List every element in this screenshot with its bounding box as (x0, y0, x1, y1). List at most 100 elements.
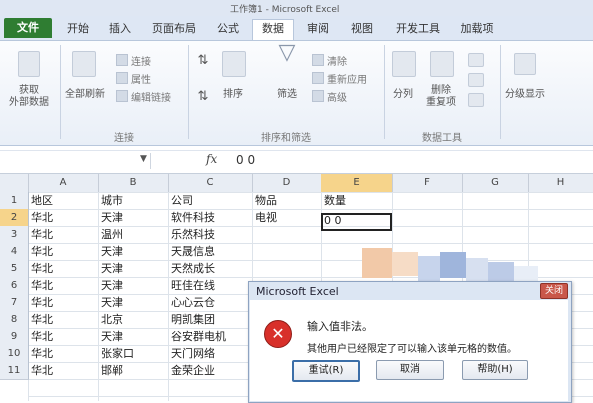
row-header[interactable]: 10 (0, 345, 29, 363)
cell-c6[interactable]: 旺佳在线 (168, 277, 252, 294)
cell-b11[interactable]: 邯郸 (98, 362, 168, 379)
name-box[interactable] (0, 153, 151, 169)
filter-button[interactable]: 筛选 (268, 89, 306, 101)
tab-insert[interactable]: 插入 (102, 20, 138, 38)
close-icon[interactable]: 关闭 (540, 283, 568, 299)
cell-a1[interactable]: 地区 (28, 192, 98, 209)
cell-a7[interactable]: 华北 (28, 294, 98, 311)
chevron-down-icon[interactable]: ▼ (140, 154, 147, 164)
sort-button[interactable]: 排序 (216, 89, 250, 101)
advanced-button[interactable]: 高级 (312, 89, 347, 104)
cell-b10[interactable]: 张家口 (98, 345, 168, 362)
pixelated-region (514, 266, 538, 282)
edit-links-button[interactable]: 编辑链接 (116, 89, 171, 104)
remove-duplicates-button[interactable]: 删除 重复项 (420, 85, 462, 109)
cell-c1[interactable]: 公司 (168, 192, 252, 209)
cell-b5[interactable]: 天津 (98, 260, 168, 277)
row-header[interactable]: 6 (0, 277, 29, 295)
data-validation-icon[interactable] (468, 53, 484, 67)
cancel-button[interactable]: 取消 (376, 360, 444, 380)
tab-file[interactable]: 文件 (4, 18, 52, 38)
cell-c10[interactable]: 天门网络 (168, 345, 252, 362)
reapply-button[interactable]: 重新应用 (312, 71, 367, 86)
outline-button[interactable]: 分级显示 (503, 89, 547, 101)
text-to-columns-button[interactable]: 分列 (386, 89, 420, 101)
tab-data[interactable]: 数据 (252, 19, 294, 40)
row-header[interactable]: 11 (0, 362, 29, 380)
row-header[interactable]: 5 (0, 260, 29, 278)
tab-home[interactable]: 开始 (60, 20, 96, 38)
reapply-icon (312, 72, 324, 84)
cell-c2[interactable]: 软件科技 (168, 209, 252, 226)
row-header[interactable]: 2 (0, 209, 29, 227)
consolidate-icon[interactable] (468, 73, 484, 87)
tab-addins[interactable]: 加载项 (452, 20, 502, 38)
cell-b1[interactable]: 城市 (98, 192, 168, 209)
get-external-data-button[interactable]: 获取 外部数据 (0, 85, 58, 109)
cell-a9[interactable]: 华北 (28, 328, 98, 345)
cell-b7[interactable]: 天津 (98, 294, 168, 311)
cell-d2[interactable]: 电视 (252, 209, 321, 226)
properties-button[interactable]: 属性 (116, 71, 151, 86)
tab-formulas[interactable]: 公式 (210, 20, 246, 38)
cell-c7[interactable]: 心心云仓 (168, 294, 252, 311)
sort-az-icon[interactable]: ⇅ (192, 54, 214, 67)
column-header-f[interactable]: F (392, 174, 463, 192)
insert-function-icon[interactable]: fx (206, 152, 217, 166)
cell-a11[interactable]: 华北 (28, 362, 98, 379)
cell-a3[interactable]: 华北 (28, 226, 98, 243)
tab-view[interactable]: 视图 (344, 20, 380, 38)
column-header-g[interactable]: G (462, 174, 529, 192)
remove-duplicates-icon (430, 51, 454, 77)
cell-d1[interactable]: 物品 (252, 192, 321, 209)
cell-a4[interactable]: 华北 (28, 243, 98, 260)
row-header[interactable]: 1 (0, 192, 29, 210)
row-header[interactable]: 4 (0, 243, 29, 261)
row-header[interactable]: 7 (0, 294, 29, 312)
cell-c4[interactable]: 天晟信息 (168, 243, 252, 260)
cell-e1[interactable]: 数量 (321, 192, 392, 209)
connections-button[interactable]: 连接 (116, 53, 151, 68)
cell-a6[interactable]: 华北 (28, 277, 98, 294)
cell-c3[interactable]: 乐然科技 (168, 226, 252, 243)
cell-a2[interactable]: 华北 (28, 209, 98, 226)
column-header-d[interactable]: D (252, 174, 322, 192)
row-header[interactable]: 9 (0, 328, 29, 346)
cell-c8[interactable]: 明凯集团 (168, 311, 252, 328)
cell-c11[interactable]: 金荣企业 (168, 362, 252, 379)
column-header-h[interactable]: H (528, 174, 593, 192)
advanced-icon (312, 90, 324, 102)
edit-links-icon (116, 90, 128, 102)
cell-c5[interactable]: 天然成长 (168, 260, 252, 277)
refresh-all-button[interactable]: 全部刷新 (60, 89, 110, 101)
cell-b8[interactable]: 北京 (98, 311, 168, 328)
cell-b3[interactable]: 温州 (98, 226, 168, 243)
cell-b2[interactable]: 天津 (98, 209, 168, 226)
clear-button[interactable]: 清除 (312, 53, 347, 68)
retry-button[interactable]: 重试(R) (292, 360, 360, 382)
row-header[interactable]: 3 (0, 226, 29, 244)
cell-a10[interactable]: 华北 (28, 345, 98, 362)
column-header-b[interactable]: B (98, 174, 169, 192)
pixelated-region (362, 248, 392, 278)
select-all-corner[interactable] (0, 174, 29, 192)
cell-b9[interactable]: 天津 (98, 328, 168, 345)
tab-developer[interactable]: 开发工具 (390, 20, 446, 38)
ribbon: 获取 外部数据 全部刷新 连接 属性 编辑链接 连接 ⇅ ⇅ 排序 ▽ 筛选 清… (0, 41, 593, 146)
cell-a8[interactable]: 华北 (28, 311, 98, 328)
cell-a5[interactable]: 华北 (28, 260, 98, 277)
row-header[interactable]: 8 (0, 311, 29, 329)
tab-review[interactable]: 审阅 (300, 20, 336, 38)
what-if-icon[interactable] (468, 93, 484, 107)
help-button[interactable]: 帮助(H) (462, 360, 528, 380)
column-header-c[interactable]: C (168, 174, 253, 192)
column-header-e[interactable]: E (321, 174, 393, 192)
formula-input[interactable]: 0 0 (236, 153, 255, 167)
cell-c9[interactable]: 谷安群电机 (168, 328, 252, 345)
column-header-a[interactable]: A (28, 174, 99, 192)
pixelated-region (466, 258, 488, 282)
cell-b6[interactable]: 天津 (98, 277, 168, 294)
sort-za-icon[interactable]: ⇅ (192, 90, 214, 103)
tab-page-layout[interactable]: 页面布局 (146, 20, 202, 38)
cell-b4[interactable]: 天津 (98, 243, 168, 260)
